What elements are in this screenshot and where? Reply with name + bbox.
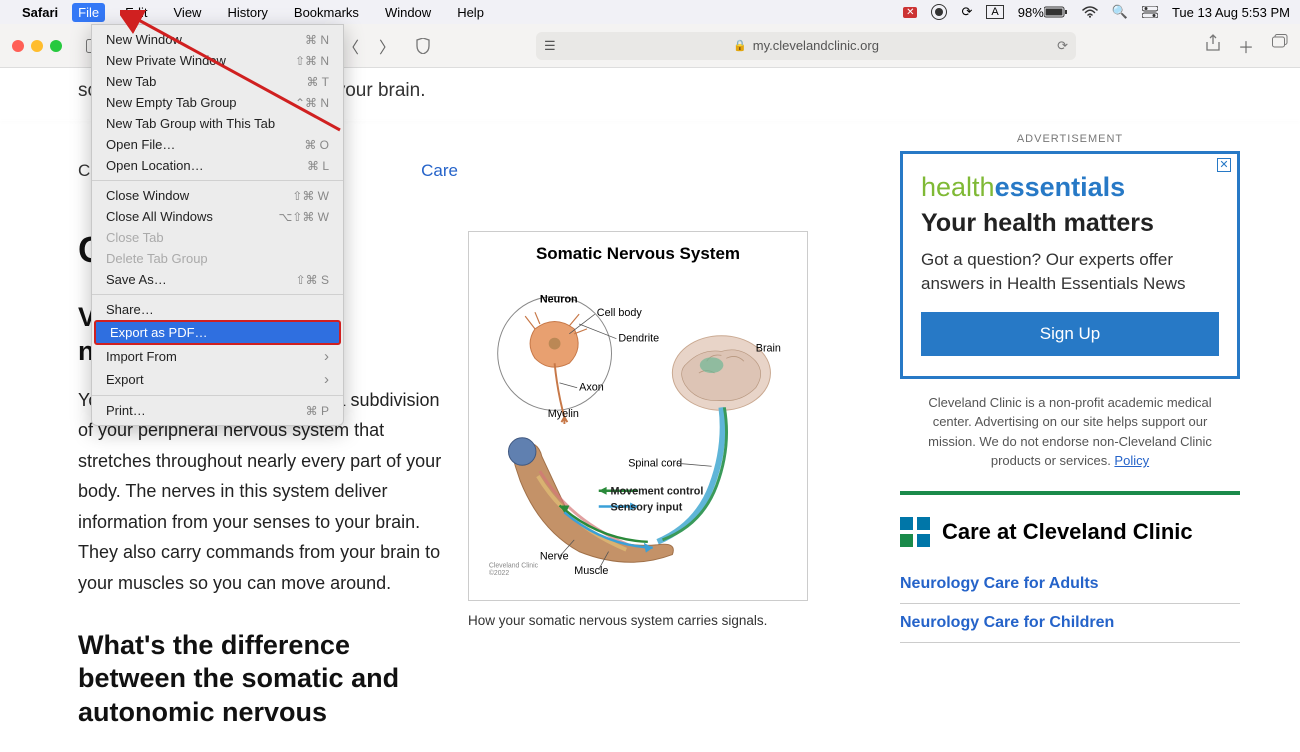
file-menu-new-empty-tab-group[interactable]: New Empty Tab Group⌃⌘ N xyxy=(92,92,343,113)
label-movement: Movement control xyxy=(611,486,704,498)
label-dendrite: Dendrite xyxy=(618,333,659,345)
reader-icon[interactable]: ☰ xyxy=(544,38,556,54)
label-brain: Brain xyxy=(756,342,781,354)
menubar-window[interactable]: Window xyxy=(379,3,437,22)
tabs-overview-icon[interactable] xyxy=(1272,34,1288,58)
url-text: my.clevelandclinic.org xyxy=(753,38,879,53)
care-link-adults[interactable]: Neurology Care for Adults xyxy=(900,565,1240,604)
zoom-window-button[interactable] xyxy=(50,40,62,52)
file-menu-new-private-window[interactable]: New Private Window⇧⌘ N xyxy=(92,50,343,71)
menubar-bookmarks[interactable]: Bookmarks xyxy=(288,3,365,22)
nav-care[interactable]: Care xyxy=(421,161,458,201)
file-menu-import-from[interactable]: Import From xyxy=(92,345,343,368)
file-menu-export[interactable]: Export xyxy=(92,368,343,391)
ad-body: Got a question? Our experts offer answer… xyxy=(921,248,1219,296)
disclaimer-text: Cleveland Clinic is a non-profit academi… xyxy=(908,393,1232,471)
file-menu-new-window[interactable]: New Window⌘ N xyxy=(92,29,343,50)
subheading-2: What's the difference between the somati… xyxy=(78,629,458,730)
keyboard-indicator[interactable]: A xyxy=(986,5,1003,19)
file-menu-save-as[interactable]: Save As…⇧⌘ S xyxy=(92,269,343,290)
figure-cc: Cleveland Clinic xyxy=(489,562,539,569)
clock[interactable]: Tue 13 Aug 5:53 PM xyxy=(1172,5,1290,20)
ad-box: ✕ healthessentials Your health matters G… xyxy=(900,151,1240,379)
address-bar[interactable]: ☰ 🔒 my.clevelandclinic.org ⟳ xyxy=(536,32,1076,60)
file-menu-close-tab: Close Tab xyxy=(92,227,343,248)
file-menu-export-as-pdf[interactable]: Export as PDF… xyxy=(94,320,341,345)
file-menu-new-tab-group-with-this-tab[interactable]: New Tab Group with This Tab xyxy=(92,113,343,134)
file-menu-close-window[interactable]: Close Window⇧⌘ W xyxy=(92,185,343,206)
window-controls xyxy=(12,40,62,52)
care-heading: Care at Cleveland Clinic xyxy=(942,519,1193,545)
battery-text[interactable]: 98% xyxy=(1018,5,1068,20)
policy-link[interactable]: Policy xyxy=(1114,453,1149,468)
nav-overview-cut[interactable]: C xyxy=(78,161,90,201)
label-nerve: Nerve xyxy=(540,550,569,562)
app-name[interactable]: Safari xyxy=(22,5,58,20)
file-menu-delete-tab-group: Delete Tab Group xyxy=(92,248,343,269)
ad-label: ADVERTISEMENT xyxy=(900,133,1240,145)
forward-button[interactable]: 〉 xyxy=(374,33,400,59)
share-icon[interactable] xyxy=(1206,34,1220,58)
menubar-file[interactable]: File xyxy=(72,3,105,22)
new-tab-icon[interactable]: ＋ xyxy=(1238,34,1254,58)
file-menu-dropdown: New Window⌘ NNew Private Window⇧⌘ NNew T… xyxy=(91,24,344,426)
lock-icon: 🔒 xyxy=(733,39,747,52)
ad-brand-1: health xyxy=(921,172,995,202)
file-menu-open-location[interactable]: Open Location…⌘ L xyxy=(92,155,343,176)
control-center-icon[interactable] xyxy=(1142,6,1158,18)
file-menu-open-file[interactable]: Open File…⌘ O xyxy=(92,134,343,155)
menubar-view[interactable]: View xyxy=(168,3,208,22)
minimize-window-button[interactable] xyxy=(31,40,43,52)
status-icon-3[interactable]: ⟳ xyxy=(961,4,972,20)
label-myelin: Myelin xyxy=(548,408,579,420)
status-icon-1[interactable]: ✕ xyxy=(903,7,917,18)
privacy-shield-icon[interactable] xyxy=(410,33,436,59)
macos-menubar: Safari File Edit View History Bookmarks … xyxy=(0,0,1300,24)
label-cellbody: Cell body xyxy=(597,307,643,319)
file-menu-print[interactable]: Print…⌘ P xyxy=(92,400,343,421)
ad-headline: Your health matters xyxy=(921,209,1219,238)
file-menu-new-tab[interactable]: New Tab⌘ T xyxy=(92,71,343,92)
close-window-button[interactable] xyxy=(12,40,24,52)
figure-copyright: ©2022 xyxy=(489,569,509,577)
menubar-edit[interactable]: Edit xyxy=(119,3,153,22)
care-header: Care at Cleveland Clinic xyxy=(900,491,1240,547)
figure-title: Somatic Nervous System xyxy=(481,244,795,264)
label-muscle: Muscle xyxy=(574,565,608,577)
label-axon: Axon xyxy=(579,382,604,394)
ad-signup-button[interactable]: Sign Up xyxy=(921,312,1219,356)
menubar-help[interactable]: Help xyxy=(451,3,490,22)
figure-caption: How your somatic nervous system carries … xyxy=(468,613,838,628)
file-menu-close-all-windows[interactable]: Close All Windows⌥⇧⌘ W xyxy=(92,206,343,227)
menubar-history[interactable]: History xyxy=(221,3,273,22)
ad-brand-2: essentials xyxy=(995,172,1126,202)
file-menu-share[interactable]: Share… xyxy=(92,299,343,320)
label-sensory: Sensory input xyxy=(611,501,683,513)
wifi-icon[interactable] xyxy=(1082,6,1098,18)
status-icon-2[interactable] xyxy=(931,4,947,20)
label-spinal: Spinal cord xyxy=(628,457,682,469)
ad-close-icon[interactable]: ✕ xyxy=(1217,158,1231,172)
label-neuron: Neuron xyxy=(540,293,578,305)
reload-icon[interactable]: ⟳ xyxy=(1057,38,1068,54)
care-link-children[interactable]: Neurology Care for Children xyxy=(900,604,1240,643)
anatomy-figure: Somatic Nervous System Neuron Cell body … xyxy=(468,231,808,601)
cc-logo-icon xyxy=(900,517,930,547)
spotlight-icon[interactable]: 🔍 xyxy=(1112,4,1128,20)
